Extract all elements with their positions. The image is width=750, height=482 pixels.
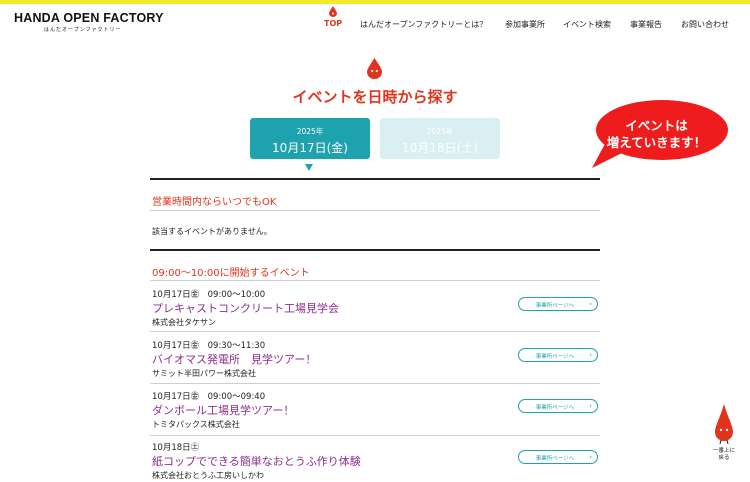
divider: [150, 280, 600, 281]
divider: [150, 383, 600, 384]
chevron-right-icon: ›: [589, 351, 592, 359]
event-title[interactable]: バイオマス発電所 見学ツアー！: [152, 351, 316, 367]
nav-report[interactable]: 事業報告: [630, 19, 662, 30]
mascot-icon[interactable]: [714, 404, 734, 444]
button-label: 事業所ページへ: [535, 303, 575, 309]
divider: [150, 210, 600, 211]
button-label: 事業所ページへ: [535, 354, 575, 360]
chevron-right-icon: ›: [589, 300, 592, 308]
event-company: 株式会社タケサン: [152, 318, 216, 327]
top-accent-bar: [0, 0, 750, 4]
divider: [150, 331, 600, 332]
event-datetime: 10月17日㊎ 09:00〜10:00: [152, 290, 266, 300]
chevron-right-icon: ›: [589, 402, 592, 410]
group-heading-nine: 09:00〜10:00に開始するイベント: [152, 268, 310, 279]
divider: [150, 435, 600, 436]
nav-top[interactable]: TOP: [324, 19, 342, 28]
back-to-top-button[interactable]: 一番上に 戻る: [706, 448, 742, 462]
back-to-top-line1: 一番上に: [712, 448, 735, 454]
button-label: 事業所ページへ: [535, 456, 575, 462]
back-to-top-line2: 戻る: [718, 455, 730, 461]
date-tab-year: 2025年: [426, 127, 454, 136]
divider: [150, 178, 600, 180]
event-title[interactable]: ダンボール工場見学ツアー！: [152, 402, 294, 418]
event-datetime: 10月18日㊏: [152, 443, 200, 453]
nav-contact[interactable]: お問い合わせ: [681, 19, 729, 30]
red-drop-icon: [367, 58, 382, 79]
main-nav: TOP はんだオープンファクトリーとは？ 参加事業所 イベント検索 事業報告 お…: [0, 19, 750, 33]
date-tab-oct17[interactable]: 2025年 10月17日(金): [250, 118, 370, 159]
button-label: 事業所ページへ: [535, 405, 575, 411]
company-page-button[interactable]: 事業所ページへ ›: [518, 450, 598, 464]
company-page-button[interactable]: 事業所ページへ ›: [518, 348, 598, 362]
event-title[interactable]: 紙コップでできる簡単なおとうふ作り体験: [152, 453, 361, 469]
selected-tab-indicator-icon: [305, 164, 313, 171]
chevron-right-icon: ›: [589, 453, 592, 461]
event-datetime: 10月17日㊎ 09:00〜09:40: [152, 392, 266, 402]
date-tab-year: 2025年: [296, 127, 324, 136]
event-datetime: 10月17日㊎ 09:30〜11:30: [152, 341, 266, 351]
date-tab-day: 10月18日(土): [402, 141, 478, 155]
bubble-line1: イベントは: [625, 118, 688, 133]
event-company: サミット半田パワー株式会社: [152, 369, 256, 378]
date-tab-day: 10月17日(金): [272, 141, 348, 155]
company-page-button[interactable]: 事業所ページへ ›: [518, 399, 598, 413]
red-drop-icon: [329, 6, 337, 17]
group-heading-anytime: 営業時間内ならいつでもOK: [152, 197, 277, 208]
company-page-button[interactable]: 事業所ページへ ›: [518, 297, 598, 311]
event-title[interactable]: プレキャストコンクリート工場見学会: [152, 300, 339, 316]
nav-event-search[interactable]: イベント検索: [563, 19, 611, 30]
bubble-line2: 増えていきます！: [606, 135, 707, 150]
nav-about[interactable]: はんだオープンファクトリーとは？: [360, 19, 487, 30]
date-tab-oct18[interactable]: 2025年 10月18日(土): [380, 118, 500, 159]
divider: [150, 249, 600, 251]
speech-bubble-text: イベントは 増えていきます！: [584, 117, 729, 151]
event-company: 株式会社おとうふ工房いしかわ: [152, 471, 264, 480]
no-events-message: 該当するイベントがありません。: [152, 227, 272, 236]
nav-participants[interactable]: 参加事業所: [505, 19, 545, 30]
event-company: トミタパックス株式会社: [152, 420, 240, 429]
section-title: イベントを日時から探す: [292, 88, 458, 106]
